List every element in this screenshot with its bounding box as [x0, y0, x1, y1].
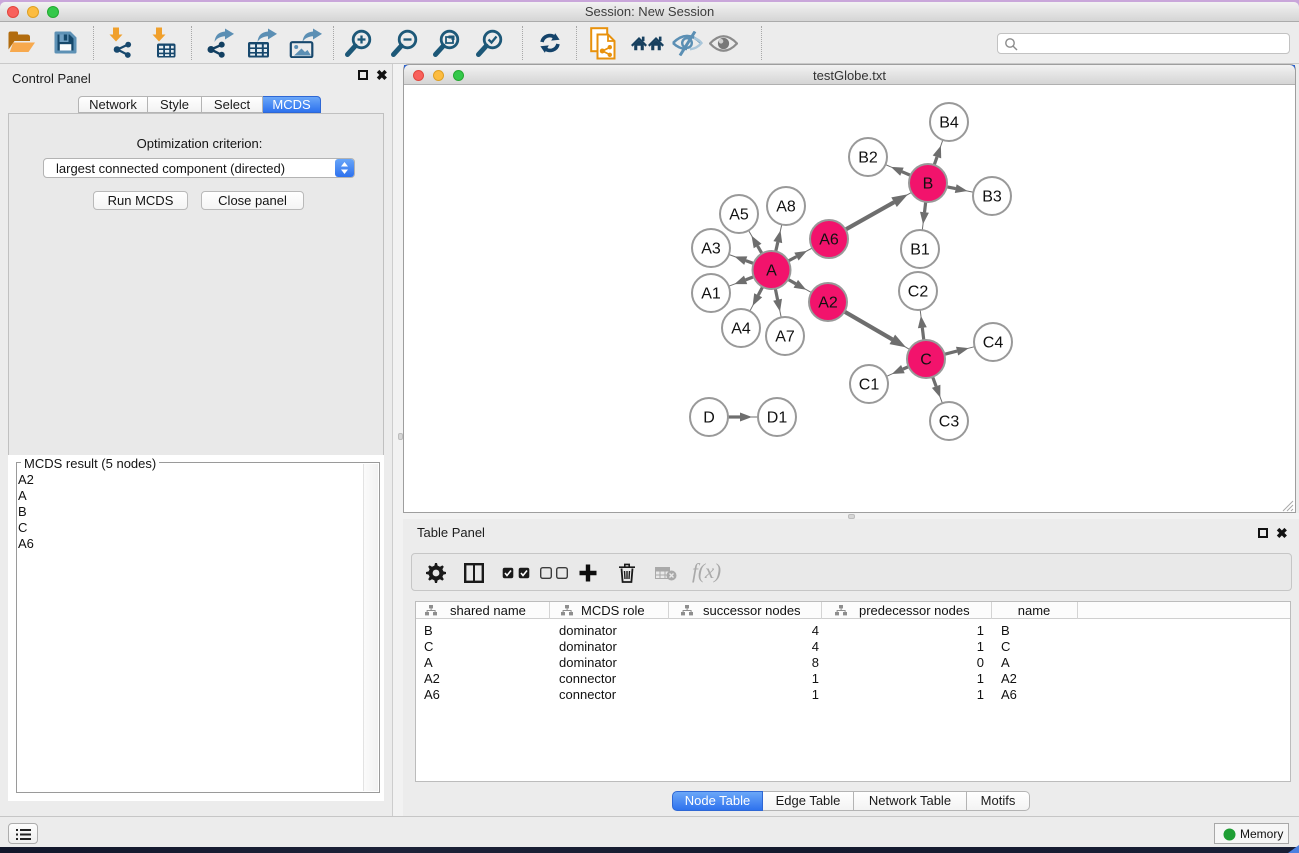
svg-text:A7: A7: [775, 329, 795, 346]
svg-text:B: B: [923, 176, 934, 193]
svg-text:A3: A3: [701, 241, 721, 258]
svg-text:B2: B2: [858, 150, 878, 167]
svg-text:C1: C1: [859, 377, 880, 394]
svg-text:A4: A4: [731, 321, 751, 338]
svg-text:C4: C4: [983, 335, 1004, 352]
svg-text:C2: C2: [908, 284, 929, 301]
svg-text:A2: A2: [818, 295, 838, 312]
svg-text:D: D: [703, 410, 715, 427]
svg-text:C3: C3: [939, 414, 960, 431]
svg-text:A8: A8: [776, 199, 796, 216]
svg-text:A5: A5: [729, 207, 749, 224]
svg-text:B1: B1: [910, 242, 930, 259]
svg-text:B3: B3: [982, 189, 1002, 206]
svg-text:A1: A1: [701, 286, 721, 303]
svg-text:D1: D1: [767, 410, 788, 427]
svg-text:A: A: [766, 263, 777, 280]
svg-text:A6: A6: [819, 232, 839, 249]
svg-text:C: C: [920, 352, 932, 369]
svg-text:B4: B4: [939, 115, 959, 132]
